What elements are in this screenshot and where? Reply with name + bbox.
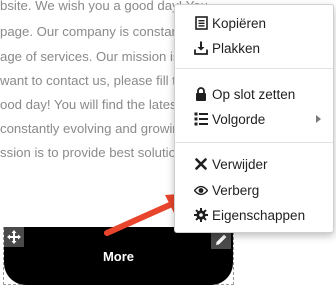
body-text-line: ood day! You will find the latest in [0, 97, 195, 112]
lock-icon [194, 87, 208, 101]
body-text-line: page. Our company is constantly [0, 24, 193, 39]
menu-item-order[interactable]: Volgorde [175, 108, 333, 130]
body-text-line: want to contact us, please fill the [0, 73, 191, 88]
close-icon [194, 157, 208, 171]
copy-icon [194, 16, 208, 30]
menu-separator [175, 68, 333, 69]
chevron-right-icon [316, 115, 321, 123]
menu-item-label: Eigenschappen [212, 207, 306, 223]
menu-item-label: Volgorde [212, 111, 266, 127]
body-text-line: ssion is to provide best solution th [0, 145, 198, 160]
menu-item-paste[interactable]: Plakken [175, 37, 333, 59]
move-icon [7, 230, 21, 244]
menu-separator [175, 142, 333, 143]
menu-item-label: Plakken [212, 40, 261, 56]
move-handle[interactable] [4, 227, 24, 247]
menu-item-label: Verwijder [212, 156, 268, 172]
paste-icon [194, 41, 208, 55]
body-text-line: constantly evolving and growing. Y [0, 121, 203, 136]
pencil-icon [215, 233, 228, 246]
menu-item-lock[interactable]: Op slot zetten [175, 83, 333, 105]
layers-icon [194, 112, 208, 126]
menu-item-hide[interactable]: Verberg [175, 179, 333, 201]
more-button[interactable]: More [4, 227, 233, 285]
menu-item-label: Kopiëren [212, 15, 267, 31]
menu-item-delete[interactable]: Verwijder [175, 153, 333, 175]
context-menu: Kopiëren Plakken Op slot zetten Volgorde… [174, 4, 334, 233]
menu-item-label: Verberg [212, 182, 260, 198]
menu-item-label: Op slot zetten [212, 86, 296, 102]
eye-icon [194, 183, 208, 197]
gear-icon [194, 208, 208, 222]
menu-item-copy[interactable]: Kopiëren [175, 12, 333, 34]
menu-item-properties[interactable]: Eigenschappen [175, 204, 333, 226]
more-button-label: More [102, 248, 135, 264]
